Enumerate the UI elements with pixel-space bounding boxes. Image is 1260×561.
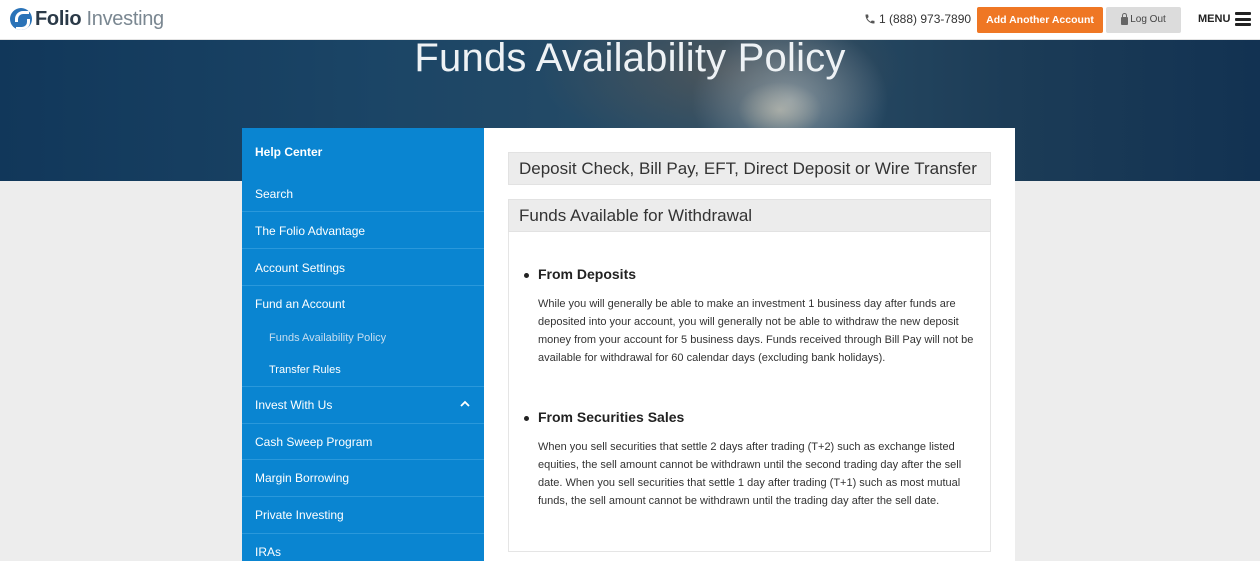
sidebar-item-iras[interactable]: IRAs bbox=[242, 545, 484, 559]
sidebar-subitem-transfer-rules[interactable]: Transfer Rules bbox=[269, 364, 341, 376]
sidebar-divider bbox=[242, 211, 484, 212]
menu-label: MENU bbox=[1198, 13, 1231, 25]
help-center-sidebar: Help Center Search The Folio Advantage A… bbox=[242, 128, 484, 561]
folio-logo-icon bbox=[10, 8, 32, 30]
logo-text: Folio Investing bbox=[35, 8, 164, 30]
sidebar-item-folio-advantage[interactable]: The Folio Advantage bbox=[242, 224, 484, 238]
page-title: Funds Availability Policy bbox=[414, 40, 846, 80]
sidebar-item-private-investing[interactable]: Private Investing bbox=[242, 508, 484, 522]
add-another-account-button[interactable]: Add Another Account bbox=[977, 7, 1103, 33]
sidebar-item-cash-sweep-program[interactable]: Cash Sweep Program bbox=[242, 435, 484, 449]
from-deposits-text: While you will generally be able to make… bbox=[538, 298, 974, 364]
phone-number-link[interactable]: 1 (888) 973-7890 bbox=[864, 12, 971, 26]
hamburger-icon bbox=[1235, 12, 1252, 26]
from-securities-sales-heading: From Securities Sales bbox=[538, 409, 685, 425]
folio-logo[interactable]: Folio Investing bbox=[10, 8, 164, 30]
sidebar-item-fund-an-account[interactable]: Fund an Account bbox=[242, 297, 484, 311]
sidebar-divider bbox=[242, 459, 484, 460]
sidebar-divider bbox=[242, 496, 484, 497]
sidebar-divider bbox=[242, 248, 484, 249]
sidebar-item-margin-borrowing[interactable]: Margin Borrowing bbox=[242, 471, 484, 485]
log-out-label: Log Out bbox=[1130, 14, 1166, 25]
accordion-header-funds-available-for-withdrawal[interactable]: Funds Available for Withdrawal bbox=[508, 199, 991, 232]
sidebar-subitem-funds-availability-policy[interactable]: Funds Availability Policy bbox=[269, 332, 386, 344]
menu-toggle[interactable]: MENU bbox=[1198, 12, 1252, 26]
list-bullet bbox=[524, 273, 529, 278]
sidebar-item-account-settings[interactable]: Account Settings bbox=[242, 261, 484, 275]
logo-text-light: Investing bbox=[81, 8, 165, 30]
logo-text-bold: Folio bbox=[35, 8, 82, 30]
content-card: Deposit Check, Bill Pay, EFT, Direct Dep… bbox=[484, 128, 1015, 561]
from-deposits-heading: From Deposits bbox=[538, 266, 637, 282]
lock-icon bbox=[1121, 13, 1129, 25]
sidebar-item-invest-with-us[interactable]: Invest With Us bbox=[242, 398, 484, 412]
log-out-button[interactable]: Log Out bbox=[1106, 7, 1181, 33]
chevron-up-icon[interactable] bbox=[460, 399, 470, 409]
from-securities-sales-text: When you sell securities that settle 2 d… bbox=[538, 441, 962, 507]
list-bullet bbox=[524, 416, 529, 421]
sidebar-divider bbox=[242, 423, 484, 424]
phone-icon bbox=[865, 14, 875, 24]
phone-number-text: 1 (888) 973-7890 bbox=[879, 12, 972, 26]
top-navigation-bar: Folio Investing 1 (888) 973-7890 Add Ano… bbox=[0, 0, 1260, 40]
accordion-header-deposit-methods[interactable]: Deposit Check, Bill Pay, EFT, Direct Dep… bbox=[508, 152, 991, 185]
sidebar-divider bbox=[242, 386, 484, 387]
sidebar-divider bbox=[242, 533, 484, 534]
sidebar-item-search[interactable]: Search bbox=[242, 187, 484, 201]
sidebar-divider bbox=[242, 285, 484, 286]
sidebar-header-help-center[interactable]: Help Center bbox=[242, 145, 484, 159]
